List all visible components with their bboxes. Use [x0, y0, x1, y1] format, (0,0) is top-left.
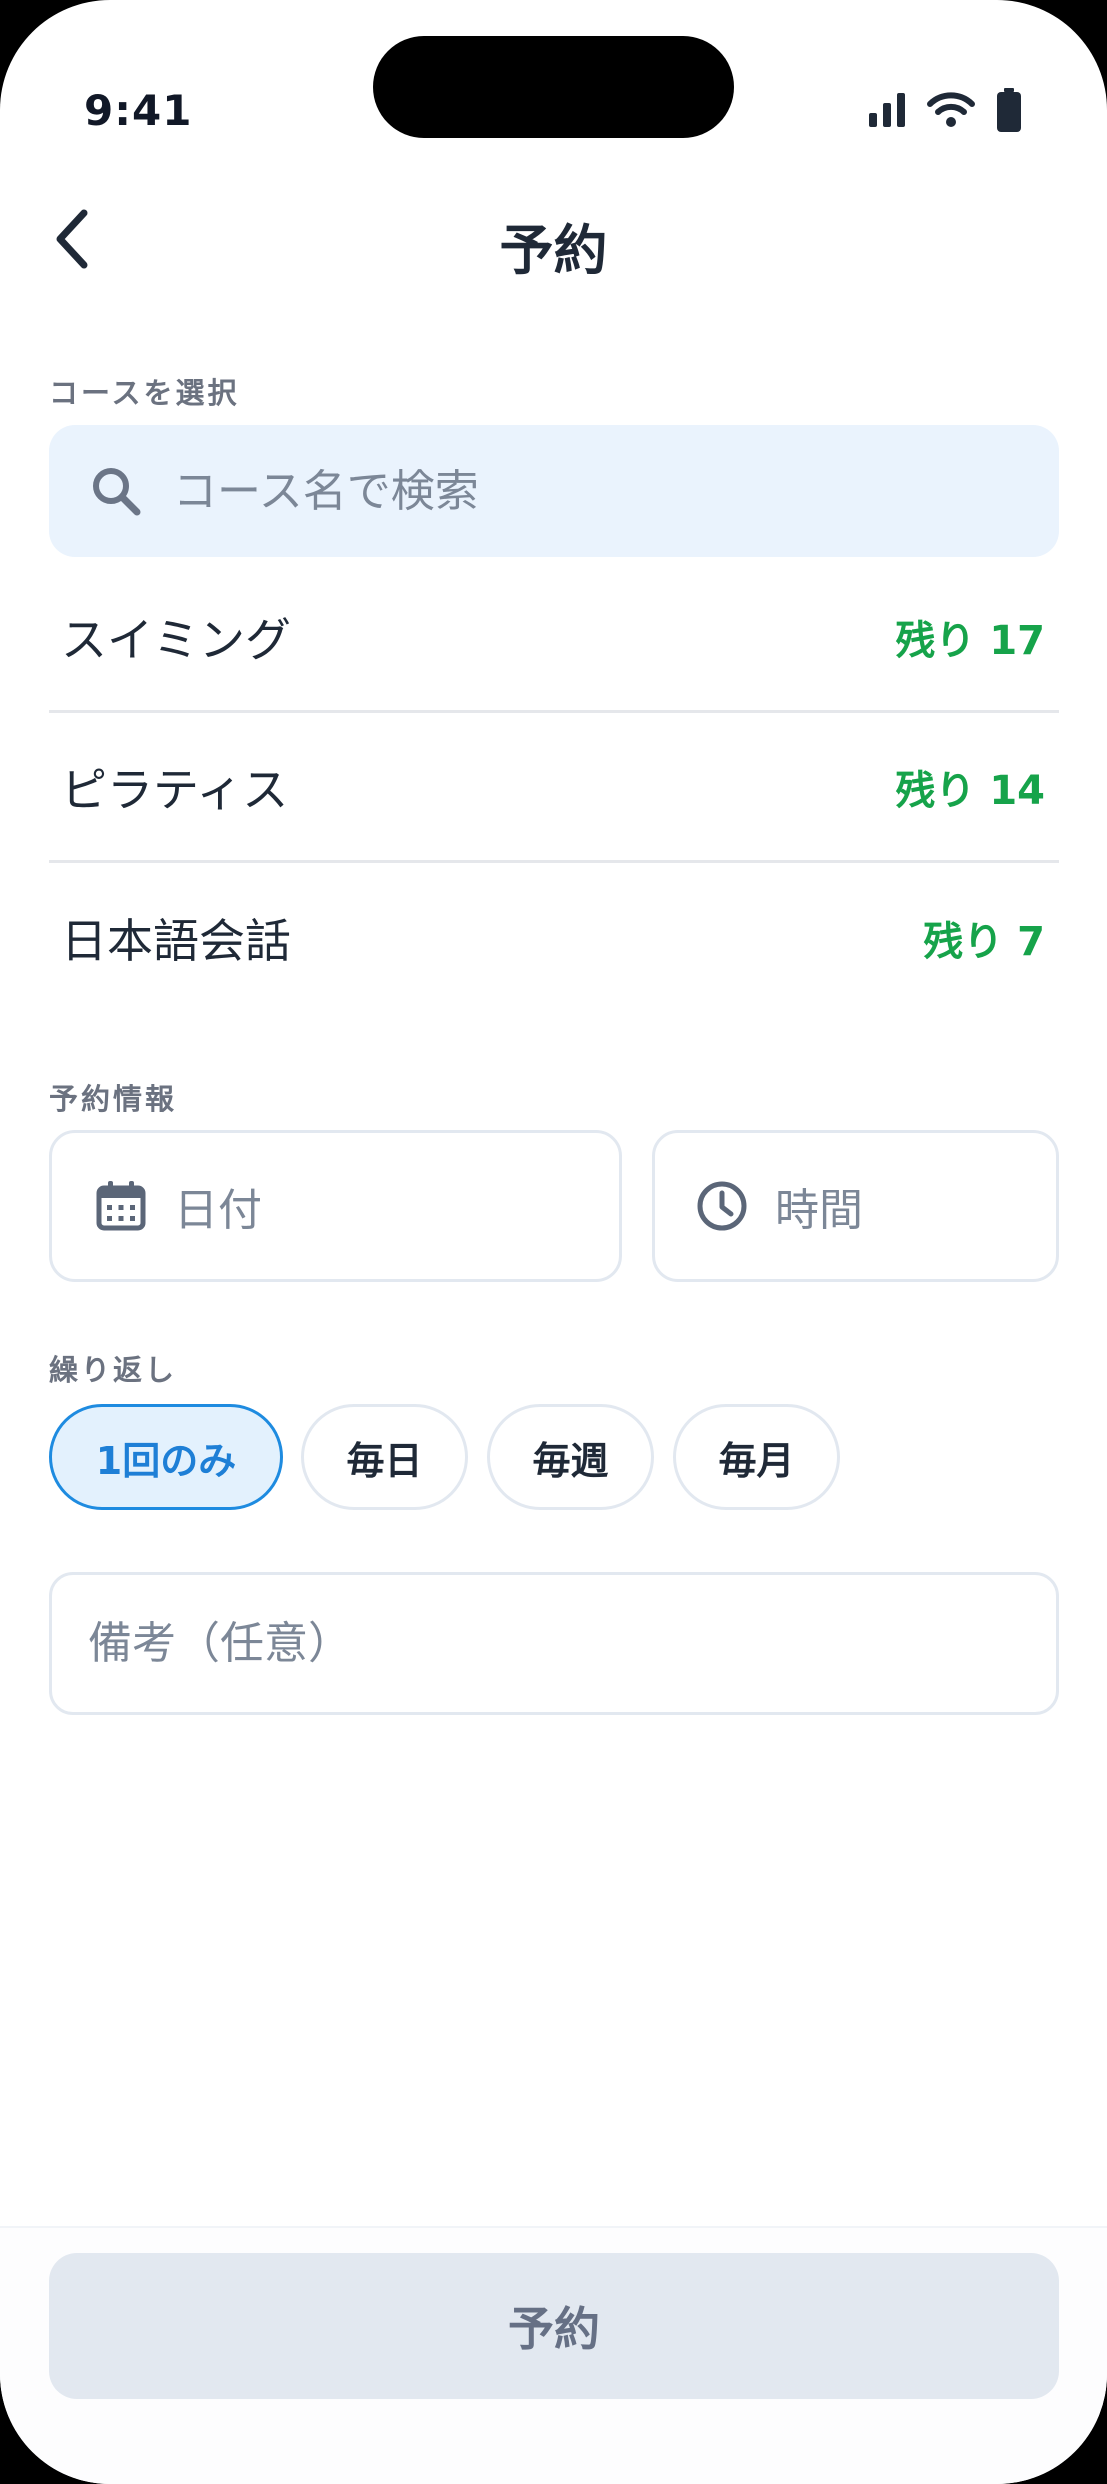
time-label: 時間 — [775, 1185, 863, 1236]
course-name: スイミング — [61, 612, 291, 667]
status-time: 9:41 — [84, 86, 193, 135]
date-label: 日付 — [174, 1185, 262, 1236]
course-item-japanese-conversation[interactable]: 日本語会話 残り 7 — [49, 863, 1059, 1013]
time-field[interactable]: 時間 — [652, 1130, 1059, 1282]
course-item-swimming[interactable]: スイミング 残り 17 — [49, 563, 1059, 713]
course-item-pilates[interactable]: ピラティス 残り 14 — [49, 713, 1059, 863]
remaining-count: 残り 7 — [923, 919, 1045, 965]
reserve-button[interactable]: 予約 — [49, 2253, 1059, 2399]
cellular-signal-icon — [869, 93, 905, 127]
calendar-icon — [96, 1181, 146, 1231]
repeat-label: 繰り返し — [49, 1353, 178, 1387]
battery-icon — [997, 88, 1021, 132]
course-name: ピラティス — [61, 762, 289, 817]
page-title: 予約 — [499, 219, 608, 282]
clock-icon — [697, 1181, 747, 1231]
status-icons — [869, 88, 1021, 132]
repeat-option-monthly[interactable]: 毎月 — [673, 1404, 840, 1510]
reservation-info-label: 予約情報 — [49, 1082, 178, 1116]
phone-frame: 9:41 予約 コースを選択 コース名で検索 スイミング 残り 17 ピラティス… — [0, 0, 1107, 2484]
notes-input[interactable] — [88, 1618, 988, 1669]
dynamic-island — [373, 36, 734, 138]
course-search[interactable] — [49, 425, 1059, 557]
repeat-option-once[interactable]: 1回のみ — [49, 1404, 283, 1510]
remaining-count: 残り 14 — [895, 767, 1045, 814]
course-name: 日本語会話 — [61, 914, 291, 968]
remaining-count: 残り 17 — [895, 617, 1045, 664]
repeat-option-daily[interactable]: 毎日 — [301, 1404, 468, 1510]
date-field[interactable]: 日付 — [49, 1130, 622, 1282]
notes-field[interactable] — [49, 1572, 1059, 1715]
app-screen: 9:41 予約 コースを選択 コース名で検索 スイミング 残り 17 ピラティス… — [0, 0, 1107, 2484]
wifi-icon — [927, 92, 975, 127]
search-icon — [93, 468, 141, 516]
repeat-option-weekly[interactable]: 毎週 — [487, 1404, 654, 1510]
search-input[interactable] — [173, 465, 993, 517]
course-section-label: コースを選択 — [49, 376, 240, 410]
